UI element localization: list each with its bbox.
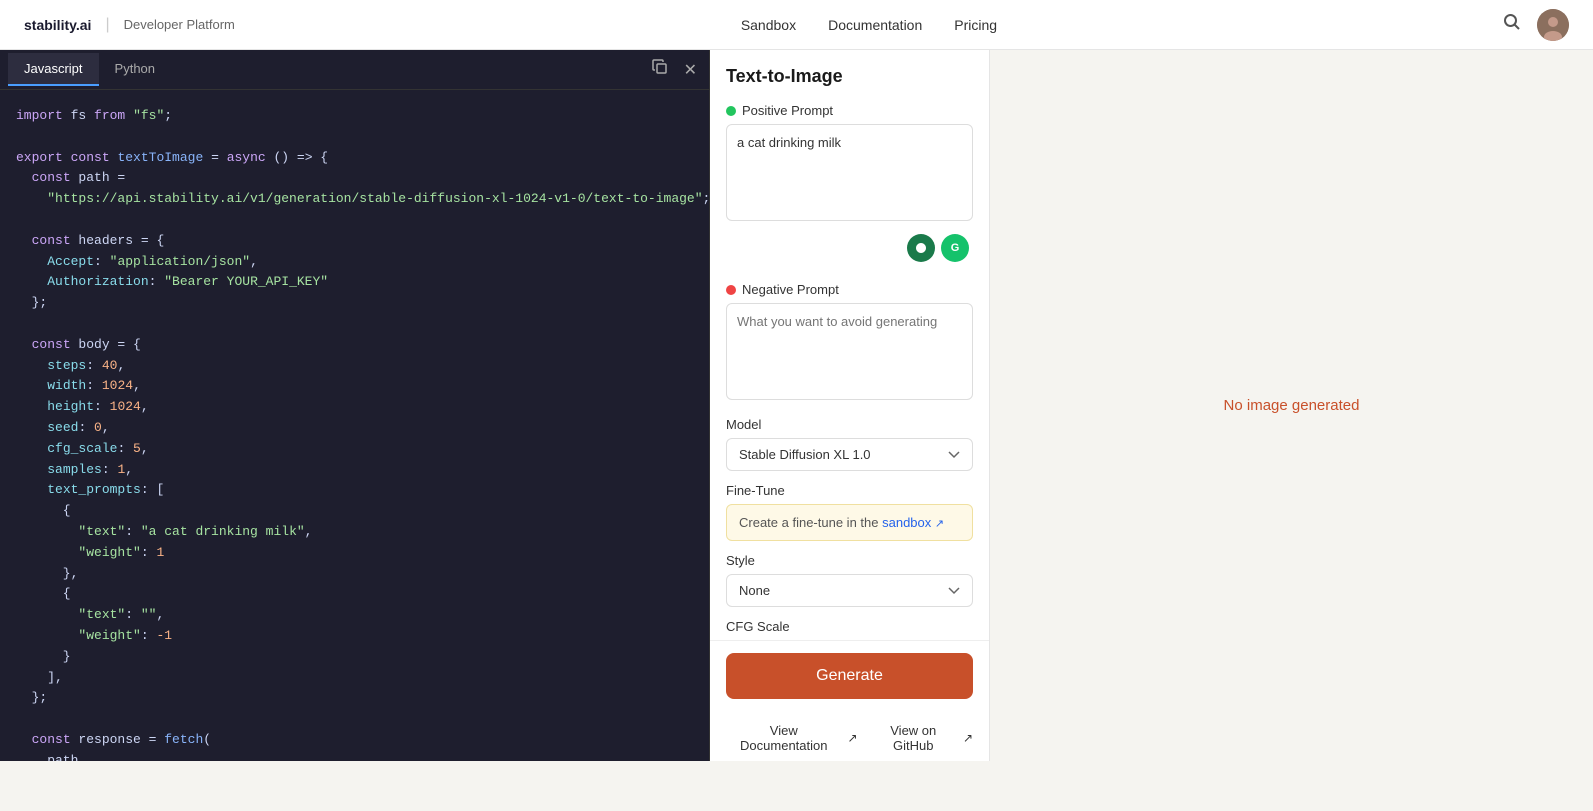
fine-tune-label: Fine-Tune bbox=[726, 483, 973, 498]
positive-prompt-label-row: Positive Prompt bbox=[726, 103, 973, 118]
form-panel-inner: Text-to-Image Positive Prompt a cat drin… bbox=[710, 50, 989, 640]
code-tab-actions: ✕ bbox=[648, 55, 701, 84]
grammar-check-button[interactable] bbox=[907, 234, 935, 262]
no-image-label: No image generated bbox=[1224, 397, 1360, 414]
main-container: Javascript Python ✕ import fs from "fs";… bbox=[0, 50, 1593, 761]
code-editor[interactable]: import fs from "fs"; export const textTo… bbox=[0, 90, 709, 761]
form-links: View Documentation ↗ View on GitHub ↗ bbox=[710, 711, 989, 761]
form-title: Text-to-Image bbox=[726, 66, 973, 87]
form-panel: Text-to-Image Positive Prompt a cat drin… bbox=[710, 50, 990, 761]
tab-python[interactable]: Python bbox=[99, 53, 171, 86]
negative-dot bbox=[726, 285, 736, 295]
logo: stability.ai bbox=[24, 17, 91, 33]
sandbox-link-text: sandbox bbox=[882, 515, 931, 530]
github-external-icon: ↗ bbox=[963, 731, 973, 745]
sandbox-link[interactable]: sandbox ↗ bbox=[882, 515, 944, 530]
positive-dot bbox=[726, 106, 736, 116]
negative-prompt-label-row: Negative Prompt bbox=[726, 282, 973, 297]
search-button[interactable] bbox=[1503, 13, 1521, 36]
nav-documentation[interactable]: Documentation bbox=[828, 17, 922, 33]
avatar[interactable] bbox=[1537, 9, 1569, 41]
nav-sandbox[interactable]: Sandbox bbox=[741, 17, 796, 33]
header-right bbox=[1503, 9, 1569, 41]
grammarly-button[interactable]: G bbox=[941, 234, 969, 262]
style-select[interactable]: None Enhance Anime Photographic Digital … bbox=[726, 574, 973, 607]
model-label: Model bbox=[726, 417, 973, 432]
positive-prompt-label: Positive Prompt bbox=[742, 103, 833, 118]
logo-divider: | bbox=[105, 16, 109, 34]
header: stability.ai | Developer Platform Sandbo… bbox=[0, 0, 1593, 50]
negative-prompt-label: Negative Prompt bbox=[742, 282, 839, 297]
close-button[interactable]: ✕ bbox=[680, 55, 701, 84]
external-link-icon: ↗ bbox=[935, 518, 944, 530]
positive-prompt-container: a cat drinking milk G bbox=[726, 124, 973, 270]
generate-button[interactable]: Generate bbox=[726, 653, 973, 699]
cfg-scale-label: CFG Scale bbox=[726, 619, 973, 634]
main-nav: Sandbox Documentation Pricing bbox=[741, 17, 997, 33]
code-tabs: Javascript Python ✕ bbox=[0, 50, 709, 90]
fine-tune-text: Create a fine-tune in the bbox=[739, 515, 878, 530]
textarea-actions: G bbox=[726, 230, 973, 270]
view-documentation-button[interactable]: View Documentation ↗ bbox=[726, 723, 858, 753]
code-panel: Javascript Python ✕ import fs from "fs";… bbox=[0, 50, 710, 761]
code-tabs-left: Javascript Python bbox=[8, 53, 171, 86]
form-bottom: Generate bbox=[710, 640, 989, 711]
platform-label: Developer Platform bbox=[124, 17, 235, 32]
documentation-external-icon: ↗ bbox=[848, 731, 858, 745]
view-github-button[interactable]: View on GitHub ↗ bbox=[870, 723, 973, 753]
positive-prompt-input[interactable]: a cat drinking milk bbox=[726, 124, 973, 221]
fine-tune-box: Create a fine-tune in the sandbox ↗ bbox=[726, 504, 973, 541]
preview-panel: No image generated bbox=[990, 50, 1593, 761]
tab-javascript[interactable]: Javascript bbox=[8, 53, 99, 86]
nav-pricing[interactable]: Pricing bbox=[954, 17, 997, 33]
view-github-label: View on GitHub bbox=[870, 723, 957, 753]
copy-button[interactable] bbox=[648, 55, 672, 84]
model-select[interactable]: Stable Diffusion XL 1.0 Stable Diffusion… bbox=[726, 438, 973, 471]
negative-prompt-input[interactable] bbox=[726, 303, 973, 400]
style-label: Style bbox=[726, 553, 973, 568]
view-documentation-label: View Documentation bbox=[726, 723, 842, 753]
header-left: stability.ai | Developer Platform bbox=[24, 16, 235, 34]
